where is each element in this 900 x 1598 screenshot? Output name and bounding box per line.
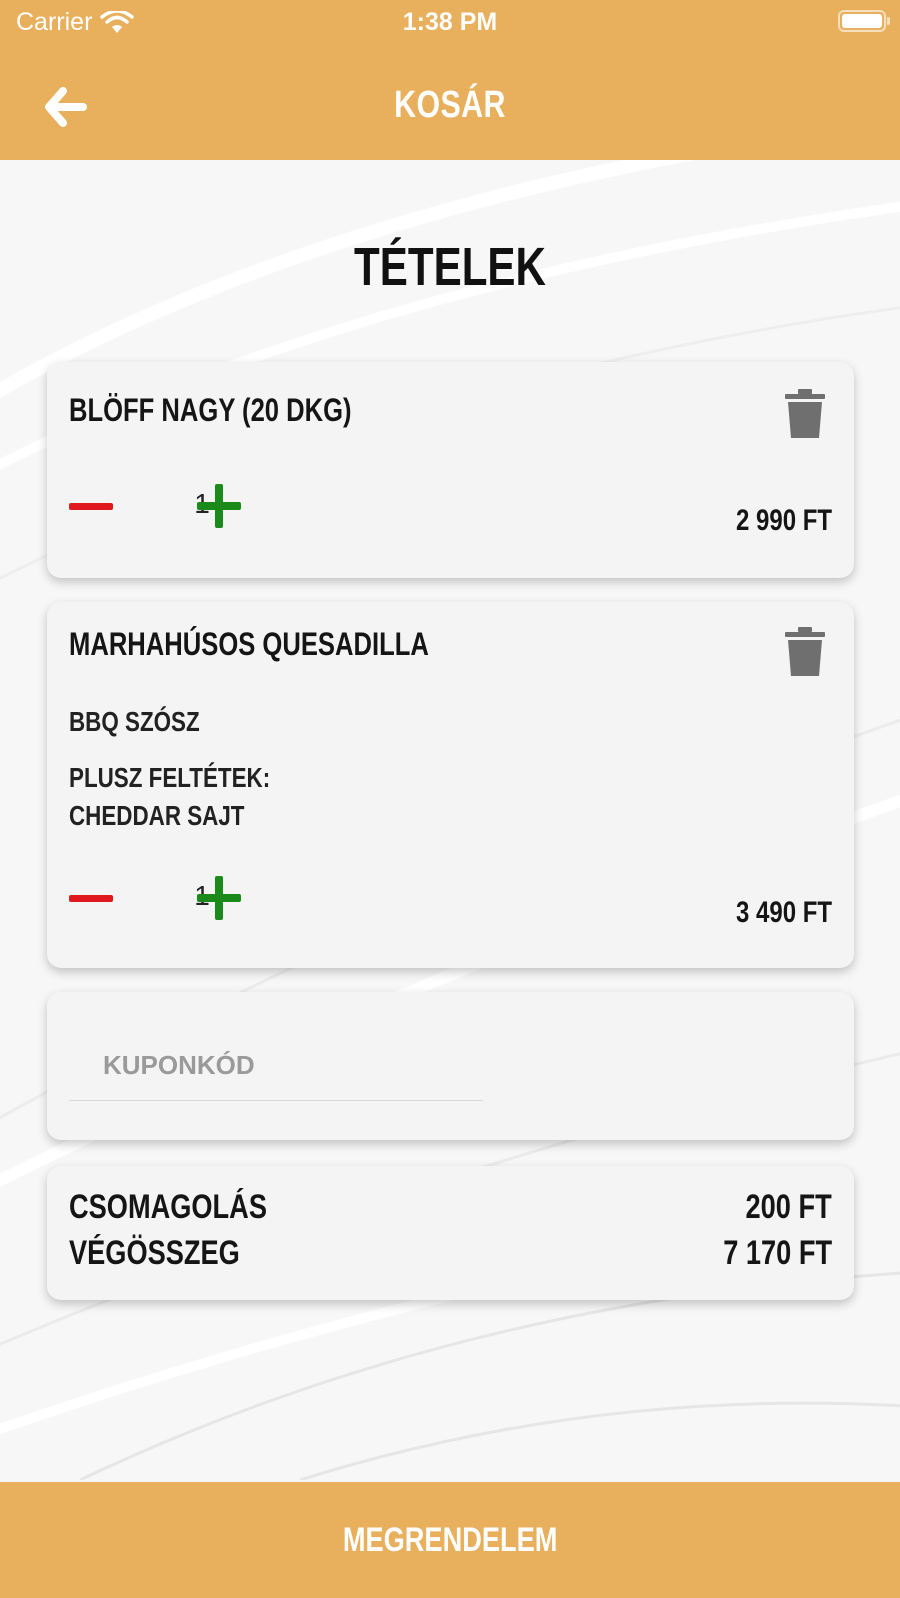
total-label: VÉGÖSSZEG [69,1234,240,1272]
order-button-label: MEGRENDELEM [342,1520,558,1559]
item-sauce: BBQ SZÓSZ [69,706,200,737]
summary-card: CSOMAGOLÁS 200 FT VÉGÖSSZEG 7 170 FT [47,1166,854,1300]
back-button[interactable] [40,82,90,132]
increase-quantity-button[interactable] [197,484,241,528]
decrease-quantity-button[interactable] [69,484,113,528]
packaging-value: 200 FT [745,1188,832,1226]
section-title: TÉTELEK [354,237,546,297]
coupon-card [47,992,854,1140]
item-extra-topping: CHEDDAR SAJT [69,800,245,831]
item-price: 2 990 FT [735,504,832,537]
navigation-bar: Carrier 1:38 PM KOSÁR [0,0,900,160]
cart-item-card: MARHAHÚSOS QUESADILLA BBQ SZÓSZ PLUSZ FE… [47,602,854,968]
decrease-quantity-button[interactable] [69,876,113,920]
total-value: 7 170 FT [723,1234,832,1272]
trash-icon[interactable] [782,626,828,678]
increase-quantity-button[interactable] [197,876,241,920]
arrow-left-icon [45,87,87,127]
packaging-label: CSOMAGOLÁS [69,1188,267,1226]
item-name: BLÖFF NAGY (20 DKG) [69,392,352,428]
item-price: 3 490 FT [735,896,832,929]
trash-icon[interactable] [782,388,828,440]
battery-icon [838,10,890,32]
item-name: MARHAHÚSOS QUESADILLA [69,626,429,662]
order-button[interactable]: MEGRENDELEM [0,1482,900,1598]
coupon-input[interactable] [69,1030,483,1101]
page-title: KOSÁR [394,84,506,126]
item-extras-label: PLUSZ FELTÉTEK: [69,762,271,793]
status-time: 1:38 PM [402,8,498,36]
cart-item-card: BLÖFF NAGY (20 DKG) 1 2 990 FT [47,362,854,578]
